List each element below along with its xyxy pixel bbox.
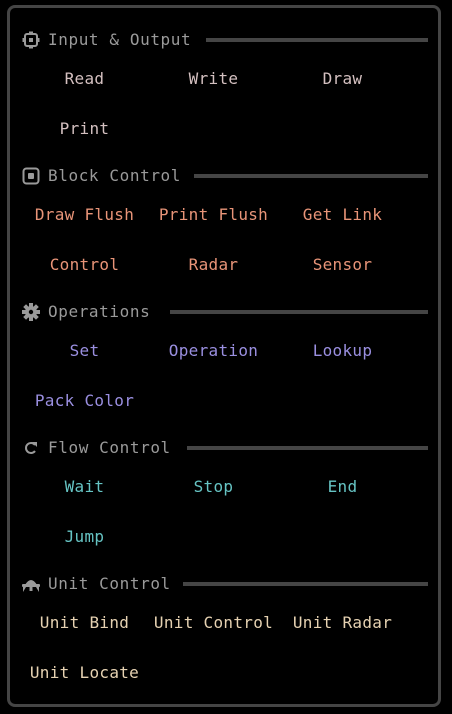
gear-icon <box>22 31 40 49</box>
radar-button[interactable]: Radar <box>149 245 278 285</box>
block-icon <box>22 167 40 185</box>
unit-locate-button[interactable]: Unit Locate <box>20 653 149 693</box>
section-header: Unit Control <box>10 572 438 596</box>
section-title: Flow Control <box>48 438 171 457</box>
unit-control-button[interactable]: Unit Control <box>149 603 278 643</box>
section-header: Operations <box>10 300 438 324</box>
unit-icon <box>20 575 42 593</box>
print-flush-button[interactable]: Print Flush <box>149 195 278 235</box>
stop-button[interactable]: Stop <box>149 467 278 507</box>
section-divider <box>187 446 428 450</box>
lookup-button[interactable]: Lookup <box>278 331 407 371</box>
section-divider <box>183 582 428 586</box>
section-title: Operations <box>48 302 151 321</box>
wait-button[interactable]: Wait <box>20 467 149 507</box>
unit-bind-button[interactable]: Unit Bind <box>20 603 149 643</box>
read-button[interactable]: Read <box>20 59 149 99</box>
section-header: Input & Output <box>10 28 438 52</box>
draw-flush-button[interactable]: Draw Flush <box>20 195 149 235</box>
unit-radar-button[interactable]: Unit Radar <box>278 603 407 643</box>
instruction-palette: Input & Output Read Write Draw Print Blo… <box>7 5 441 707</box>
refresh-icon <box>22 439 40 457</box>
print-button[interactable]: Print <box>20 109 149 149</box>
control-button[interactable]: Control <box>20 245 149 285</box>
set-button[interactable]: Set <box>20 331 149 371</box>
jump-button[interactable]: Jump <box>20 517 149 557</box>
section-divider <box>194 174 428 178</box>
get-link-button[interactable]: Get Link <box>278 195 407 235</box>
draw-button[interactable]: Draw <box>278 59 407 99</box>
write-button[interactable]: Write <box>149 59 278 99</box>
end-button[interactable]: End <box>278 467 407 507</box>
section-title: Input & Output <box>48 30 192 49</box>
sensor-button[interactable]: Sensor <box>278 245 407 285</box>
operation-button[interactable]: Operation <box>149 331 278 371</box>
section-header: Flow Control <box>10 436 438 460</box>
section-title: Block Control <box>48 166 182 185</box>
section-header: Block Control <box>10 164 438 188</box>
section-divider <box>206 38 428 42</box>
pack-color-button[interactable]: Pack Color <box>20 381 149 421</box>
section-divider <box>170 310 428 314</box>
cog-icon <box>22 303 40 321</box>
section-title: Unit Control <box>48 574 171 593</box>
